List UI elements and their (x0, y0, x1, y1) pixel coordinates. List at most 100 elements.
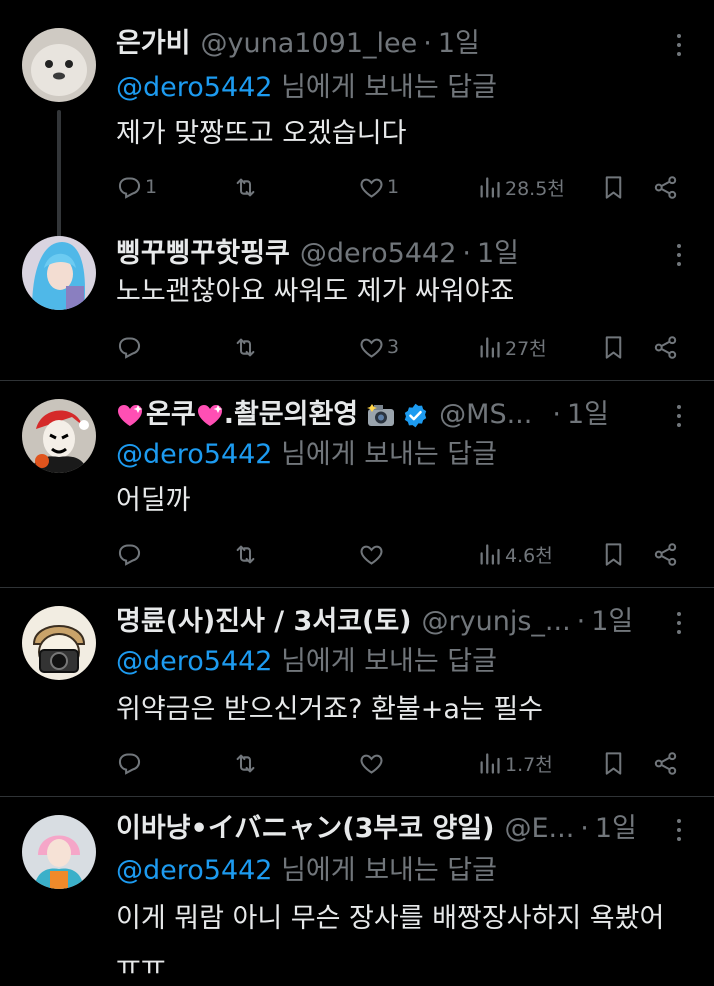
tweet-1[interactable]: 은가비 @yuna1091_lee · 1일 @dero5442 님에게 보내는… (0, 0, 714, 240)
like-button[interactable] (358, 746, 385, 780)
tweet-4[interactable]: 명륜(사)진사 / 3서코(토) @ryunjs_... · 1일 @dero5… (0, 588, 714, 796)
tweet-header: 이바냥•イバニャン(3부코 양일) @E... · 1일 (116, 809, 634, 849)
replying-to: @dero5442 님에게 보내는 답글 (116, 68, 497, 108)
reply-to-label: 님에게 보내는 답글 (281, 855, 497, 886)
tweet-5[interactable]: 이바냥•イバニャン(3부코 양일) @E... · 1일 @dero5442 님… (0, 797, 714, 986)
like-icon (360, 754, 383, 774)
bookmark-button[interactable] (600, 746, 627, 780)
display-name[interactable]: 삥꾸삥꾸핫핑쿠 (116, 234, 290, 274)
more-icon[interactable] (672, 240, 686, 270)
timestamp[interactable]: 1일 (567, 395, 609, 435)
display-name[interactable]: 명륜(사)진사 / 3서코(토) (116, 602, 412, 642)
reply-button[interactable] (116, 746, 143, 780)
repost-button[interactable] (232, 170, 259, 204)
repost-button[interactable] (232, 537, 259, 571)
share-icon (654, 335, 677, 359)
reply-mention-link[interactable]: @dero5442 (116, 439, 273, 470)
timestamp[interactable]: 1일 (438, 24, 480, 64)
tweet-header: 삥꾸삥꾸핫핑쿠 @dero5442 · 1일 (116, 234, 634, 274)
reply-button[interactable] (116, 537, 143, 571)
display-name[interactable]: 이바냥•イバニャン(3부코 양일) (116, 809, 494, 849)
like-button[interactable] (358, 537, 385, 571)
view-count: 1.7천 (505, 753, 553, 776)
action-bar: 3 27천 (116, 330, 684, 364)
tweet-text: 제가 맞짱뜨고 오겠습니다 (116, 118, 407, 149)
share-icon (654, 175, 677, 199)
bookmark-button[interactable] (600, 330, 627, 364)
separator-dot: · (580, 813, 589, 844)
tweet-2[interactable]: 삥꾸삥꾸핫핑쿠 @dero5442 · 1일 노노괜찮아요 싸워도 제가 싸워야… (0, 214, 714, 380)
views-button[interactable]: 1.7천 (476, 746, 553, 780)
reply-button[interactable]: 1 (116, 170, 157, 204)
display-name[interactable]: 은가비 (116, 24, 191, 64)
tweet-text-line-2: ㅠㅠ (116, 951, 166, 982)
more-icon[interactable] (672, 30, 686, 60)
user-handle[interactable]: @E... (504, 809, 574, 849)
bookmark-button[interactable] (600, 537, 627, 571)
views-icon (480, 176, 500, 198)
display-name-prefix[interactable]: 온쿠 (146, 395, 196, 435)
view-count: 27천 (505, 337, 547, 360)
reply-mention-link[interactable]: @dero5442 (116, 855, 273, 886)
replying-to: @dero5442 님에게 보내는 답글 (116, 851, 497, 891)
bookmark-button[interactable] (600, 170, 627, 204)
tweet-3[interactable]: 온쿠 .촬문의환영 @MS... · 1일 @dero5442 님에게 보내는 … (0, 381, 714, 587)
avatar[interactable] (22, 236, 96, 310)
bookmark-icon (605, 542, 622, 566)
tweet-text: 어딜까 (116, 485, 191, 516)
bookmark-icon (605, 335, 622, 359)
more-icon[interactable] (672, 401, 686, 431)
reply-to-label: 님에게 보내는 답글 (281, 72, 497, 103)
reply-button[interactable] (116, 330, 143, 364)
user-handle[interactable]: @MS... (439, 395, 532, 435)
user-handle[interactable]: @dero5442 (300, 234, 457, 274)
more-icon[interactable] (672, 815, 686, 845)
replying-to: @dero5442 님에게 보내는 답글 (116, 642, 497, 682)
reply-icon (118, 543, 141, 566)
repost-icon (236, 545, 255, 563)
like-count: 3 (387, 336, 400, 358)
user-handle[interactable]: @yuna1091_lee (201, 24, 418, 64)
avatar[interactable] (22, 815, 96, 889)
separator-dot: · (552, 399, 561, 430)
view-count: 4.6천 (505, 544, 553, 567)
reply-count: 1 (145, 176, 158, 198)
avatar[interactable] (22, 28, 96, 102)
timestamp[interactable]: 1일 (591, 602, 633, 642)
timestamp[interactable]: 1일 (477, 234, 519, 274)
reply-to-label: 님에게 보내는 답글 (281, 646, 497, 677)
tweet-header: 명륜(사)진사 / 3서코(토) @ryunjs_... · 1일 (116, 602, 634, 642)
more-icon[interactable] (672, 608, 686, 638)
repost-button[interactable] (232, 330, 259, 364)
separator-dot: · (423, 28, 432, 59)
display-name[interactable]: .촬문의환영 (224, 395, 358, 435)
timestamp[interactable]: 1일 (595, 809, 634, 849)
action-bar: 1 1 28.5천 (116, 170, 684, 204)
reply-mention-link[interactable]: @dero5442 (116, 72, 273, 103)
like-button[interactable]: 1 (358, 170, 399, 204)
views-button[interactable]: 27천 (476, 330, 547, 364)
tweet-text: 위약금은 받으신거죠? 환불+a는 필수 (116, 694, 544, 725)
repost-button[interactable] (232, 746, 259, 780)
heart-emoji-icon (118, 405, 143, 426)
separator-dot: · (462, 238, 471, 269)
views-button[interactable]: 28.5천 (476, 170, 565, 204)
views-icon (480, 543, 500, 565)
share-button[interactable] (652, 746, 679, 780)
share-button[interactable] (652, 330, 679, 364)
verified-badge-icon (404, 403, 427, 427)
tweet-header: 은가비 @yuna1091_lee · 1일 (116, 24, 634, 64)
views-icon (480, 752, 500, 774)
views-button[interactable]: 4.6천 (476, 537, 553, 571)
reply-to-label: 님에게 보내는 답글 (281, 439, 497, 470)
camera-emoji-icon (367, 404, 395, 426)
bookmark-icon (605, 751, 622, 775)
like-count: 1 (387, 176, 400, 198)
avatar[interactable] (22, 399, 96, 473)
share-button[interactable] (652, 170, 679, 204)
reply-mention-link[interactable]: @dero5442 (116, 646, 273, 677)
share-button[interactable] (652, 537, 679, 571)
user-handle[interactable]: @ryunjs_... (422, 602, 571, 642)
avatar[interactable] (22, 606, 96, 680)
like-button[interactable]: 3 (358, 330, 399, 364)
